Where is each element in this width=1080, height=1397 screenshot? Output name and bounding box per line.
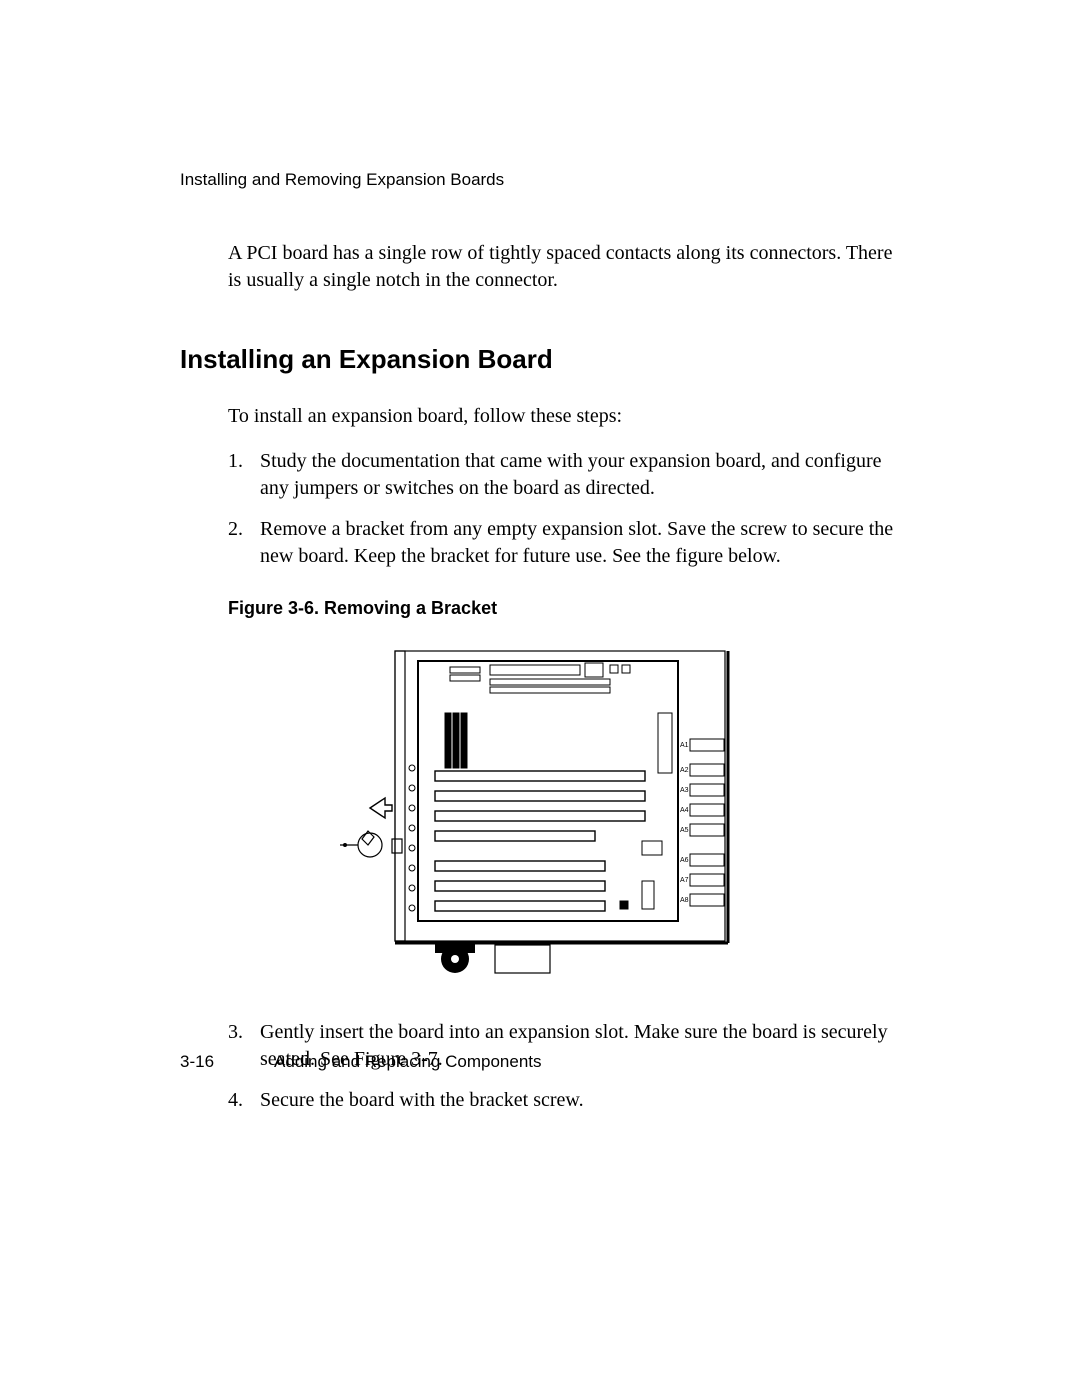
slot-label: A1 — [680, 742, 689, 749]
page-number: 3-16 — [180, 1052, 214, 1072]
slot-label: A7 — [680, 877, 689, 884]
chapter-title: Adding and Replacing Components — [274, 1052, 541, 1072]
list-item: 2. Remove a bracket from any empty expan… — [228, 516, 900, 570]
step-text: Secure the board with the bracket screw. — [260, 1087, 900, 1114]
steps-list-a: 1. Study the documentation that came wit… — [180, 448, 900, 570]
slot-label: A5 — [680, 827, 689, 834]
figure-caption: Figure 3-6. Removing a Bracket — [180, 598, 900, 619]
list-item: 1. Study the documentation that came wit… — [228, 448, 900, 502]
step-text: Study the documentation that came with y… — [260, 448, 900, 502]
step-number: 1. — [228, 448, 260, 502]
running-head: Installing and Removing Expansion Boards — [180, 170, 900, 190]
page: Installing and Removing Expansion Boards… — [0, 0, 1080, 1114]
list-item: 4. Secure the board with the bracket scr… — [228, 1087, 900, 1114]
slot-label: A3 — [680, 787, 689, 794]
step-number: 4. — [228, 1087, 260, 1114]
slot-label: A4 — [680, 807, 689, 814]
slot-label: A8 — [680, 897, 689, 904]
slot-label: A6 — [680, 857, 689, 864]
step-number: 2. — [228, 516, 260, 570]
slot-label: A2 — [680, 767, 689, 774]
motherboard-diagram-icon: A1 A2 A3 A4 A5 — [340, 643, 740, 983]
step-text: Remove a bracket from any empty expansio… — [260, 516, 900, 570]
figure: A1 A2 A3 A4 A5 — [180, 643, 900, 983]
section-heading: Installing an Expansion Board — [180, 344, 900, 375]
lede-paragraph: To install an expansion board, follow th… — [180, 405, 900, 428]
page-footer: 3-16 Adding and Replacing Components — [180, 1052, 900, 1072]
intro-paragraph: A PCI board has a single row of tightly … — [180, 240, 900, 294]
